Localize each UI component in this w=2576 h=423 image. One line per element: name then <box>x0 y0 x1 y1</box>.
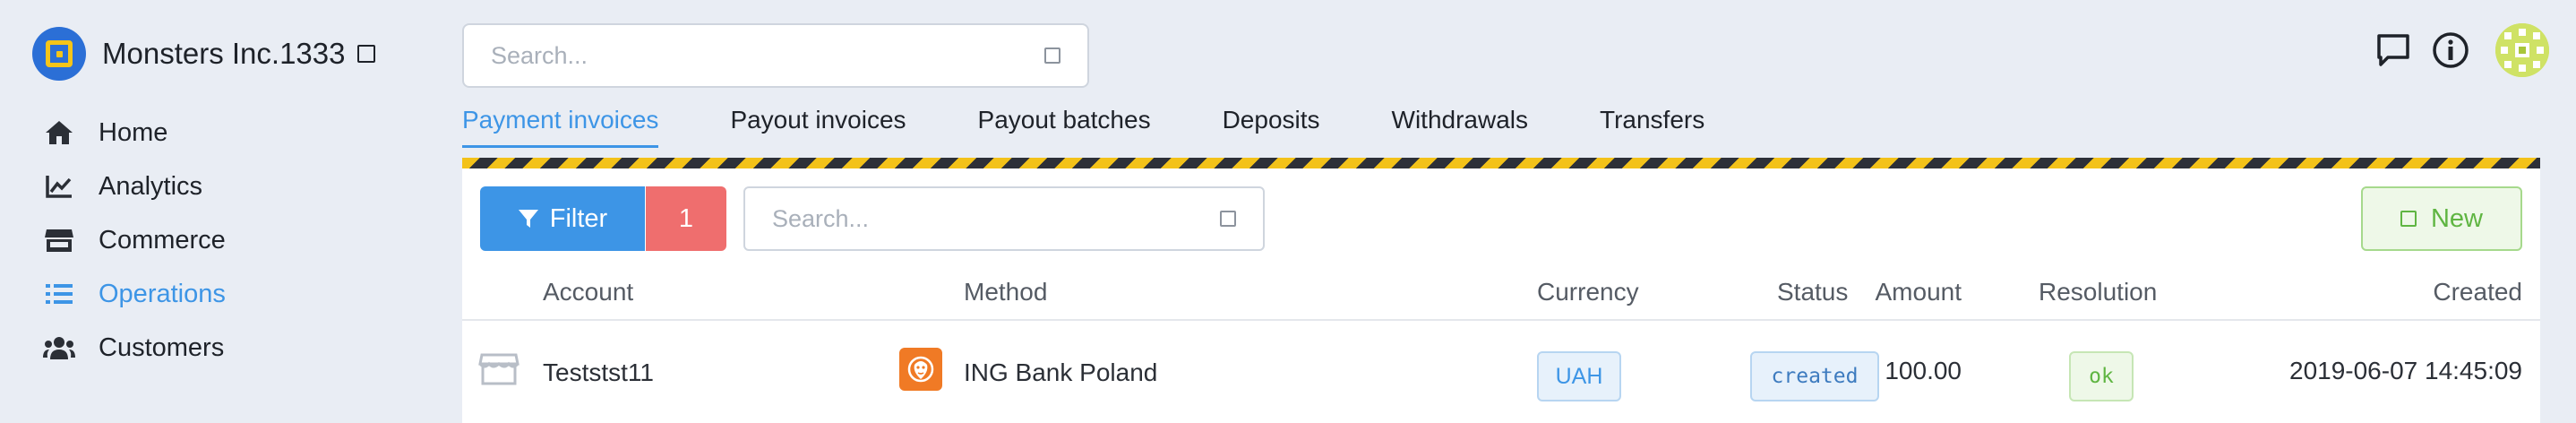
list-icon <box>43 278 75 310</box>
brand[interactable]: Monsters Inc.1333 <box>32 27 376 81</box>
cell-account[interactable]: Teststst11 <box>543 358 654 387</box>
new-invoice-button[interactable]: New <box>2361 186 2522 251</box>
tab-transfers[interactable]: Transfers <box>1600 106 1704 148</box>
sidebar-item-operations[interactable]: Operations <box>43 267 226 321</box>
store-icon <box>478 351 519 392</box>
cell-created: 2019-06-07 14:45:09 <box>2289 357 2522 384</box>
home-icon <box>43 117 75 149</box>
users-icon <box>43 332 75 364</box>
sidebar-item-label: Home <box>99 117 168 147</box>
brand-name: Monsters Inc.1333 <box>102 37 346 70</box>
plus-square-icon <box>2400 211 2417 227</box>
brand-dropdown-icon[interactable] <box>357 45 376 63</box>
tab-payment-invoices[interactable]: Payment invoices <box>462 106 659 148</box>
column-header-status[interactable]: Status <box>1777 278 1848 306</box>
sidebar-item-label: Customers <box>99 332 225 362</box>
status-badge: created <box>1750 351 1879 401</box>
filter-icon <box>518 210 538 228</box>
table-header: Account Method Amount Currency Status Re… <box>462 267 2540 321</box>
column-header-created[interactable]: Created <box>2433 278 2522 306</box>
brand-logo-icon <box>32 27 86 81</box>
new-button-label: New <box>2430 203 2483 233</box>
tab-deposits[interactable]: Deposits <box>1223 106 1320 148</box>
sidebar: Monsters Inc.1333 Home Analytics Commerc… <box>0 0 430 423</box>
column-header-method[interactable]: Method <box>964 278 1047 306</box>
column-header-resolution[interactable]: Resolution <box>2039 278 2157 306</box>
global-search-input[interactable] <box>491 41 1044 70</box>
sidebar-item-label: Commerce <box>99 225 226 255</box>
operations-tabs: Payment invoices Payout invoices Payout … <box>462 106 1776 148</box>
column-header-currency[interactable]: Currency <box>1537 278 1639 306</box>
filter-button[interactable]: Filter <box>480 186 645 251</box>
tab-payout-batches[interactable]: Payout batches <box>978 106 1151 148</box>
chart-line-icon <box>43 170 75 203</box>
search-icon[interactable] <box>1220 211 1236 227</box>
tab-payout-invoices[interactable]: Payout invoices <box>730 106 906 148</box>
sidebar-item-analytics[interactable]: Analytics <box>43 160 226 213</box>
resolution-badge: ok <box>2069 351 2134 401</box>
sidebar-item-customers[interactable]: Customers <box>43 321 226 375</box>
sidebar-item-label: Analytics <box>99 171 203 201</box>
bank-logo-icon <box>899 348 942 391</box>
avatar[interactable] <box>2495 23 2549 77</box>
invoices-panel: Filter 1 New Account Method Amount Curre… <box>462 168 2540 423</box>
sidebar-item-home[interactable]: Home <box>43 106 226 160</box>
sidebar-item-commerce[interactable]: Commerce <box>43 213 226 267</box>
global-search[interactable] <box>462 23 1089 88</box>
sidebar-item-label: Operations <box>99 279 226 308</box>
header-actions <box>2374 23 2549 77</box>
store-icon <box>43 224 75 256</box>
cell-amount: 100.00 <box>1885 357 1962 384</box>
app-root: Monsters Inc.1333 Home Analytics Commerc… <box>0 0 2576 423</box>
info-icon[interactable] <box>2431 30 2470 70</box>
table-search-input[interactable] <box>772 204 1220 233</box>
tab-withdrawals[interactable]: Withdrawals <box>1392 106 1528 148</box>
table-row[interactable]: Teststst11 ING Bank Poland 100.00 <box>462 323 2540 423</box>
search-icon[interactable] <box>1044 47 1060 64</box>
sidebar-nav: Home Analytics Commerce Operations Custo… <box>43 106 226 375</box>
table-search[interactable] <box>743 186 1265 251</box>
column-header-amount[interactable]: Amount <box>1876 278 1962 306</box>
cell-method: ING Bank Poland <box>964 358 1158 386</box>
chat-icon[interactable] <box>2374 30 2413 70</box>
hazard-stripe <box>462 158 2540 168</box>
filter-button-label: Filter <box>549 203 608 233</box>
column-header-account[interactable]: Account <box>543 278 633 306</box>
filter-count-badge[interactable]: 1 <box>646 186 726 251</box>
currency-badge: UAH <box>1537 351 1621 401</box>
